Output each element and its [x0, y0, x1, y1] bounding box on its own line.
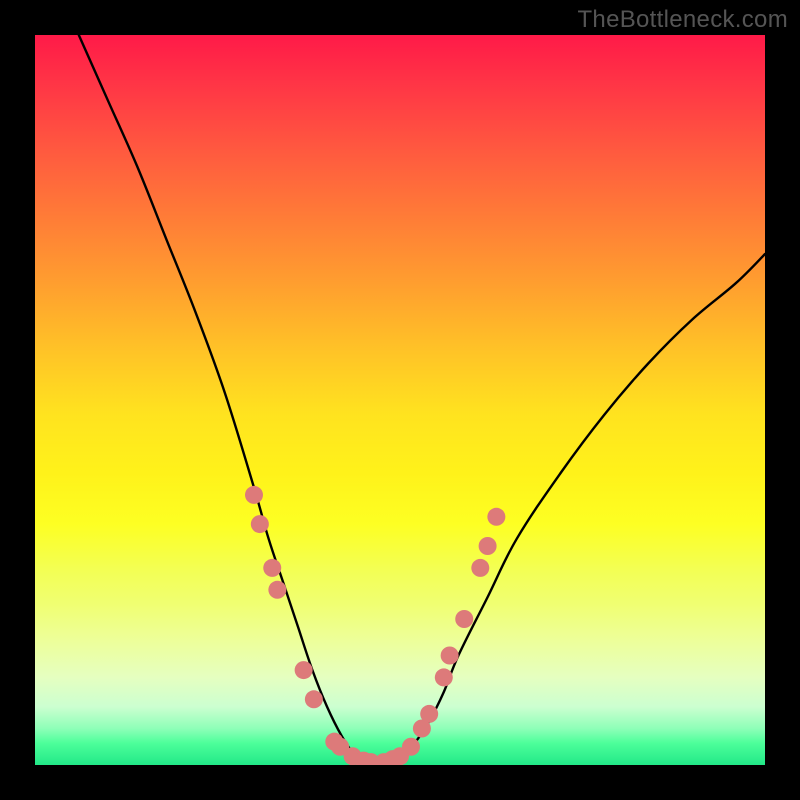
watermark-text: TheBottleneck.com	[577, 6, 788, 34]
chart-svg-layer	[35, 35, 765, 765]
chart-marker-dot	[487, 508, 505, 526]
chart-marker-dot	[479, 537, 497, 555]
chart-marker-dot	[295, 661, 313, 679]
chart-marker-dot	[245, 486, 263, 504]
chart-marker-dot	[268, 581, 286, 599]
chart-marker-dot	[441, 647, 459, 665]
chart-marker-dot	[305, 690, 323, 708]
chart-markers	[245, 486, 505, 765]
chart-marker-dot	[435, 668, 453, 686]
chart-marker-dot	[402, 738, 420, 756]
chart-marker-dot	[420, 705, 438, 723]
chart-curves	[79, 35, 765, 765]
chart-series-right-curve	[385, 254, 765, 765]
chart-marker-dot	[263, 559, 281, 577]
chart-marker-dot	[471, 559, 489, 577]
chart-plot-area	[35, 35, 765, 765]
chart-marker-dot	[251, 515, 269, 533]
chart-marker-dot	[455, 610, 473, 628]
chart-series-left-curve	[79, 35, 364, 765]
